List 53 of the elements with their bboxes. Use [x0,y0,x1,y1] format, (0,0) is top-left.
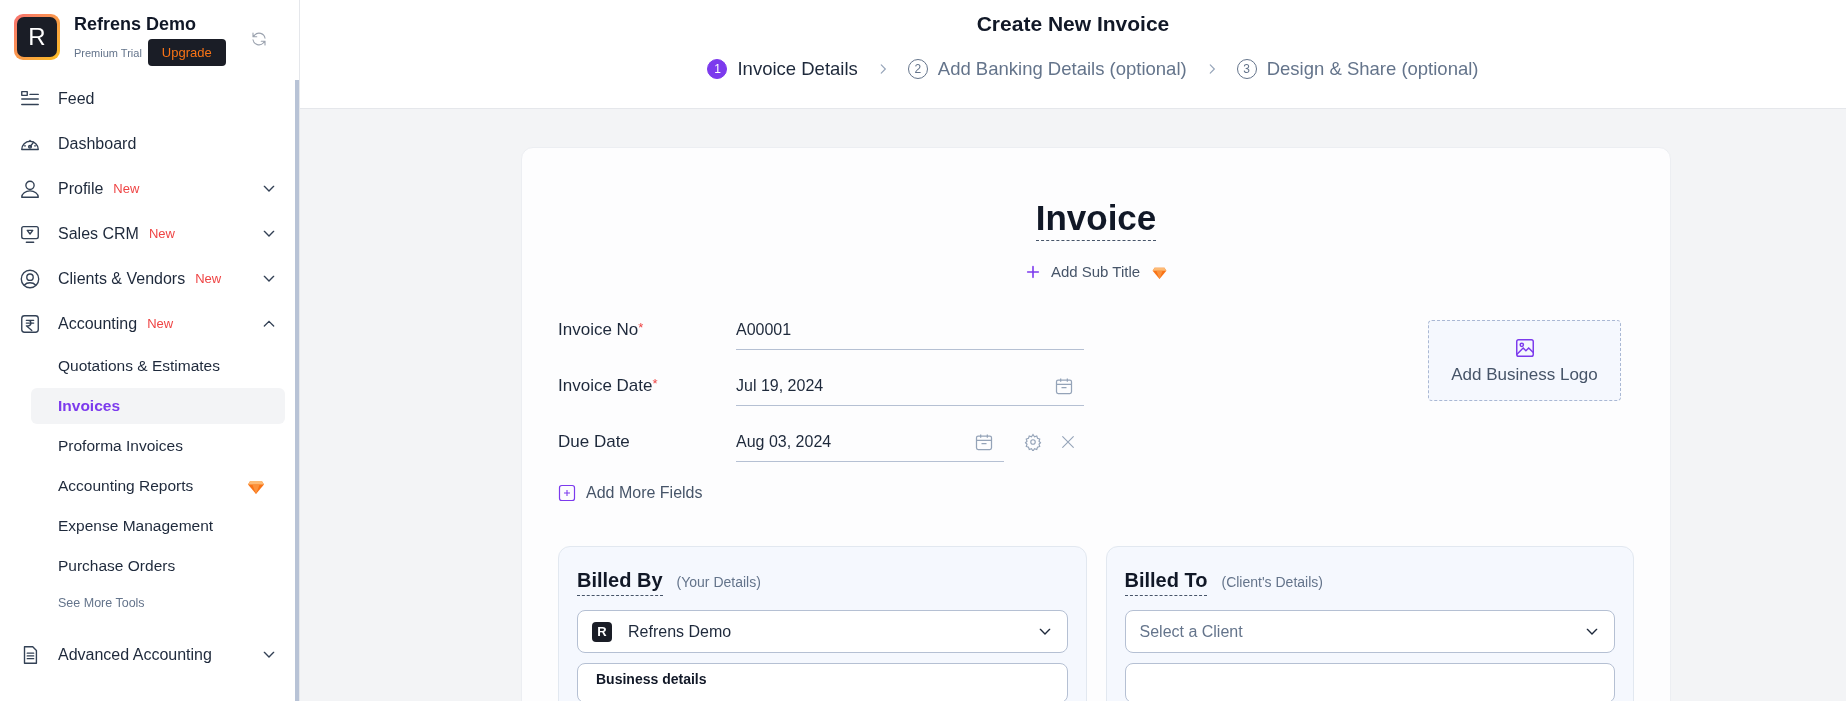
section-subtitle: (Your Details) [676,574,761,590]
step-tab[interactable]: 1 Invoice Details [707,58,858,80]
sidebar-item[interactable]: Profile New [0,166,299,211]
rupee-icon [19,312,41,335]
invoice-title[interactable]: Invoice [1035,198,1157,241]
field-label[interactable]: Invoice No* [558,320,708,340]
settings-icon [1024,433,1042,451]
section-title[interactable]: Billed By [577,569,663,596]
plan-label: Premium Trial [74,46,142,59]
business-select[interactable]: R Refrens Demo [577,610,1068,653]
sidebar-item[interactable]: Accounting New [0,301,299,346]
plus-icon [1024,263,1041,280]
details-title: Business details [596,671,707,687]
scrollbar[interactable] [295,80,299,701]
business-avatar: R [592,621,612,642]
input-field[interactable]: Aug 03, 2024 [736,422,1004,462]
refresh-icon [249,30,268,48]
workspace-name: Refrens Demo [74,14,198,35]
sidebar-item[interactable]: Advanced Accounting [0,632,299,677]
input-field[interactable]: Jul 19, 2024 [736,366,1084,406]
new-label: New [113,181,140,196]
section-title[interactable]: Billed To [1124,569,1208,596]
field-label[interactable]: Invoice Date* [558,376,708,396]
plus-square-icon [558,484,576,502]
sidebar-item[interactable]: Feed [0,76,299,121]
step-tab[interactable]: 2 Add Banking Details (optional) [907,58,1187,80]
close-icon [1060,434,1076,450]
sidebar-subitem[interactable]: Proforma Invoices [31,428,285,464]
sidebar-item[interactable]: Dashboard [0,121,299,166]
sidebar-subitem[interactable]: Invoices [31,388,285,424]
sidebar-item[interactable]: Clients & Vendors New [0,256,299,301]
client-select[interactable]: Select a Client [1124,610,1615,653]
avatar-letter: R [17,17,57,57]
see-more-link[interactable]: See More Tools [0,586,299,632]
add-subtitle-button[interactable]: Add Sub Title [1024,263,1168,280]
sidebar-subitem[interactable]: Quotations & Estimates [31,348,285,384]
image-icon [1513,336,1536,359]
page-title: Create New Invoice [976,12,1170,36]
user-circle-icon [19,267,41,290]
sidebar-subitem[interactable]: Expense Management [31,508,285,544]
sidebar-subitem[interactable]: Accounting Reports [31,468,285,504]
sidebar-subitem[interactable]: Purchase Orders [31,548,285,584]
add-logo-button[interactable]: Add Business Logo [1428,320,1621,401]
new-label: New [147,316,174,331]
input-field[interactable]: A00001 [736,310,1084,350]
add-more-fields-button[interactable]: Add More Fields [558,484,1084,502]
section-subtitle: (Client's Details) [1221,574,1323,590]
step-tab[interactable]: 3 Design & Share (optional) [1236,58,1479,80]
upgrade-button[interactable]: Upgrade [147,39,226,66]
field-label[interactable]: Due Date [558,432,708,452]
new-label: New [195,271,222,286]
sidebar-item[interactable]: Sales CRM New [0,211,299,256]
new-label: New [148,226,175,241]
